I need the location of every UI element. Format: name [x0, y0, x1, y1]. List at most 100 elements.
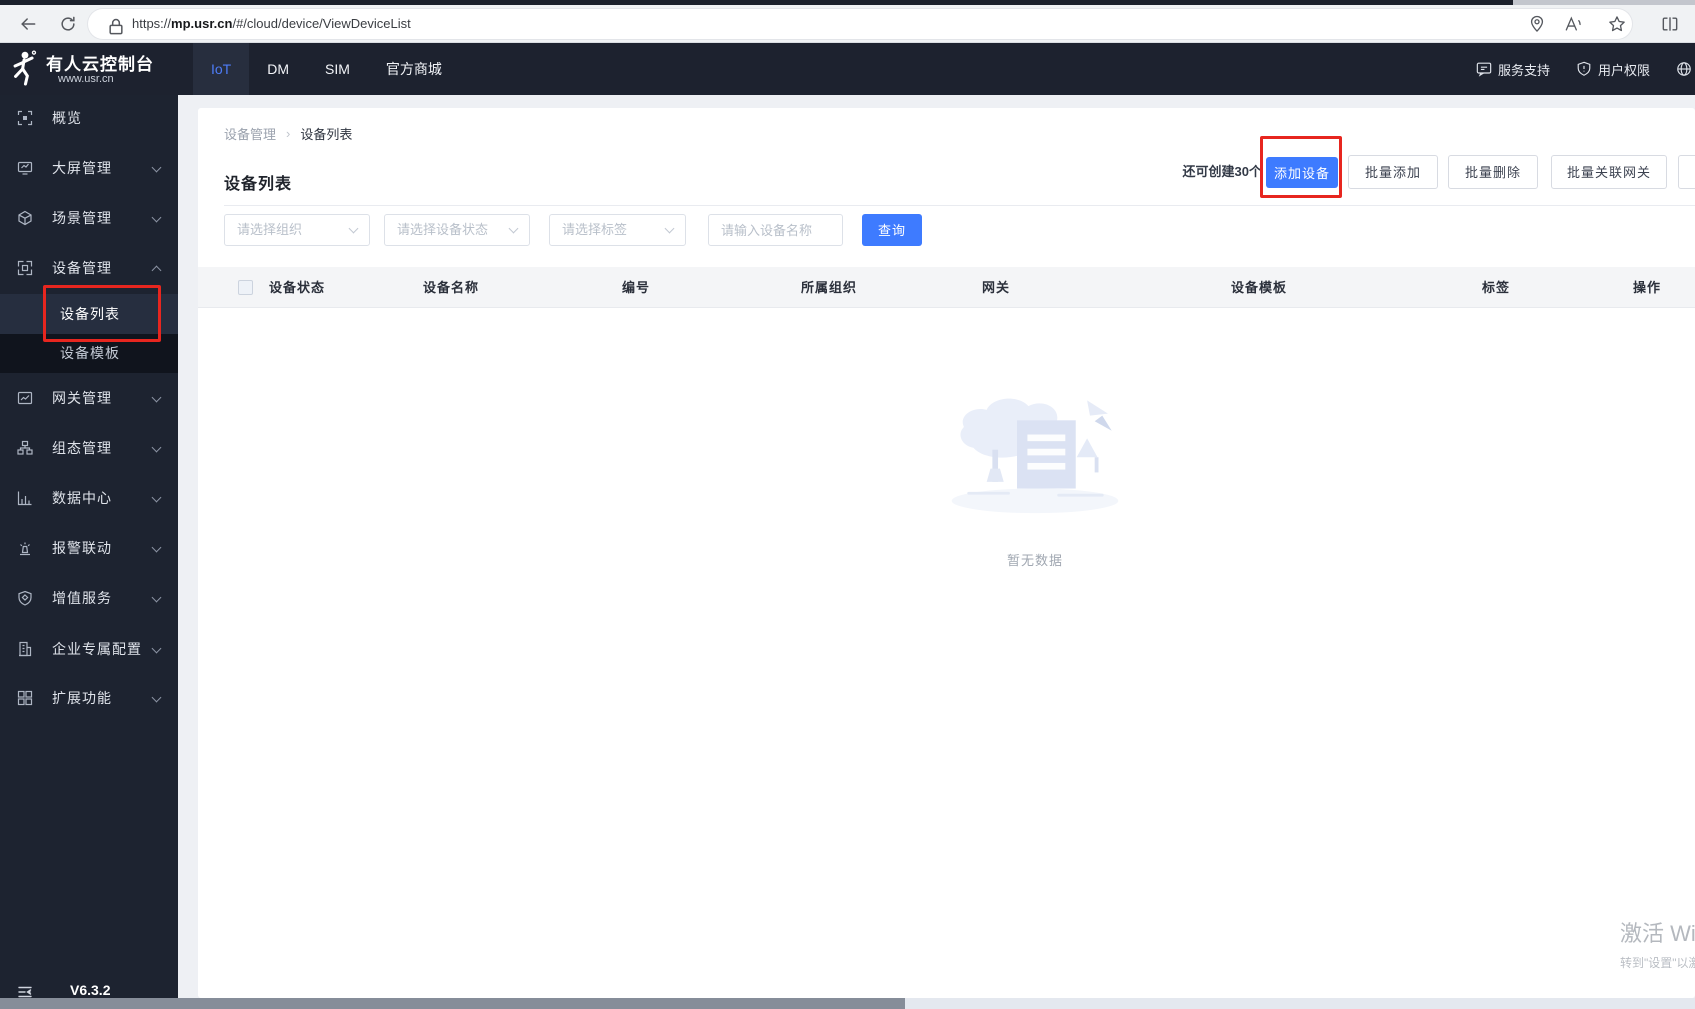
org-select-placeholder: 请选择组织: [237, 222, 303, 237]
tab-iot[interactable]: IoT: [193, 43, 250, 95]
lock-icon[interactable]: [106, 17, 123, 35]
url-domain: mp.usr.cn: [171, 16, 233, 31]
empty-state-text: 暂无数据: [1006, 553, 1063, 568]
sidebar-item-label: 大屏管理: [52, 160, 112, 176]
browser-toolbar: https://mp.usr.cn/#/cloud/device/ViewDev…: [0, 5, 1695, 43]
tab-sim[interactable]: SIM: [307, 43, 368, 95]
activate-windows-watermark: 激活 Windows 转到"设置"以激活 Windows。: [1620, 916, 1695, 971]
sidebar-item-scada[interactable]: 组态管理: [0, 426, 178, 470]
breadcrumb-device-management[interactable]: 设备管理: [224, 124, 276, 143]
sidebar-item-label: 组态管理: [52, 440, 112, 456]
sidebar-subitem-device-list[interactable]: 设备列表: [0, 294, 178, 334]
sidebar-subitem-label: 设备模板: [60, 345, 120, 361]
main-area: 设备管理 › 设备列表 设备列表 还可创建30个 添加设备 批量添加 批量删除 …: [178, 95, 1695, 1009]
globe-icon: [1677, 62, 1691, 76]
favorite-star-icon[interactable]: [1607, 14, 1627, 34]
device-name-input[interactable]: [708, 214, 843, 246]
device-status-select[interactable]: 请选择设备状态: [384, 214, 530, 246]
header-right-menu: 服务支持 用户权限 En: [1476, 43, 1695, 95]
read-aloud-icon[interactable]: [1563, 14, 1583, 34]
sidebar-item-enterprise-config[interactable]: 企业专属配置: [0, 627, 178, 671]
empty-state-illustration: [945, 388, 1125, 518]
top-tabs: IoT DM SIM 官方商城: [193, 43, 460, 95]
query-button[interactable]: 查询: [862, 214, 922, 246]
batch-delete-button[interactable]: 批量删除: [1448, 155, 1538, 189]
sidebar-item-scene[interactable]: 场景管理: [0, 196, 178, 240]
screen: https://mp.usr.cn/#/cloud/device/ViewDev…: [0, 0, 1695, 1009]
chevron-down-icon: [151, 542, 162, 553]
sidebar-subitem-device-template[interactable]: 设备模板: [0, 334, 178, 373]
device-status-placeholder: 请选择设备状态: [397, 222, 489, 237]
tab-dm[interactable]: DM: [249, 43, 307, 95]
sidebar-item-label: 设备管理: [52, 260, 112, 276]
breadcrumb: 设备管理 › 设备列表: [224, 124, 352, 143]
chat-icon: [1476, 62, 1492, 77]
column-device-status: 设备状态: [269, 280, 326, 295]
table-header-row: 设备状态 设备名称 编号 所属组织 网关 设备模板 标签 操作: [198, 267, 1695, 308]
content-card: 设备管理 › 设备列表 设备列表 还可创建30个 添加设备 批量添加 批量删除 …: [198, 108, 1695, 998]
sidebar-item-alarm[interactable]: 报警联动: [0, 526, 178, 570]
select-all-checkbox[interactable]: [238, 280, 253, 295]
app-header: 有人云控制台 www.usr.cn IoT DM SIM 官方商城 服务支持 用…: [0, 43, 1695, 95]
page-title: 设备列表: [224, 176, 293, 193]
sidebar-item-label: 企业专属配置: [52, 641, 142, 657]
sidebar-item-label: 网关管理: [52, 390, 112, 406]
user-permissions[interactable]: 用户权限: [1576, 60, 1650, 79]
column-organization: 所属组织: [801, 280, 858, 295]
chevron-down-icon: [151, 643, 162, 654]
chevron-down-icon: [151, 442, 162, 453]
overview-icon: [17, 110, 33, 126]
chevron-up-icon: [151, 265, 162, 276]
watermark-line2: 转到"设置"以激活 Windows。: [1620, 956, 1695, 970]
sidebar-item-overview[interactable]: 概览: [0, 96, 178, 140]
horizontal-scrollbar: [0, 998, 1695, 1009]
alarm-icon: [17, 540, 33, 556]
sidebar: 概览 大屏管理 场景管理 设备管理 设备列表 设备模板 网关管理 组态管理 数据…: [0, 95, 178, 1009]
service-support[interactable]: 服务支持: [1476, 60, 1550, 79]
app-title: 有人云控制台: [46, 55, 154, 74]
grid-icon: [17, 690, 33, 706]
chevron-down-icon: [151, 692, 162, 703]
breadcrumb-separator: ›: [286, 126, 291, 141]
chevron-down-icon: [151, 392, 162, 403]
usr-logo-icon[interactable]: [8, 50, 42, 88]
partial-cutoff-button[interactable]: [1678, 155, 1695, 189]
gateway-icon: [17, 390, 33, 406]
url-prefix: https://: [132, 16, 172, 31]
tab-shop[interactable]: 官方商城: [368, 43, 460, 95]
sidebar-item-device-management[interactable]: 设备管理: [0, 246, 178, 290]
quota-text: 还可创建30个: [1182, 164, 1262, 179]
horizontal-scrollbar-thumb[interactable]: [0, 998, 905, 1009]
sidebar-item-value-added[interactable]: 增值服务: [0, 576, 178, 620]
back-icon[interactable]: [18, 14, 38, 34]
add-device-button[interactable]: 添加设备: [1266, 157, 1338, 188]
sidebar-item-data-center[interactable]: 数据中心: [0, 476, 178, 520]
sidebar-item-bigscreen[interactable]: 大屏管理: [0, 146, 178, 190]
org-select[interactable]: 请选择组织: [224, 214, 370, 246]
column-tag: 标签: [1482, 280, 1511, 295]
chevron-down-icon: [151, 592, 162, 603]
app-version: V6.3.2: [70, 982, 111, 998]
location-pin-icon[interactable]: [1527, 14, 1547, 34]
url-text[interactable]: https://mp.usr.cn/#/cloud/device/ViewDev…: [132, 16, 411, 31]
scene-icon: [17, 210, 33, 226]
sidebar-item-label: 数据中心: [52, 490, 112, 506]
service-support-label: 服务支持: [1498, 62, 1551, 78]
tag-select[interactable]: 请选择标签: [549, 214, 686, 246]
split-screen-icon[interactable]: [1660, 14, 1680, 34]
sidebar-item-label: 报警联动: [52, 540, 112, 556]
sidebar-item-label: 场景管理: [52, 210, 112, 226]
divider: [224, 205, 1695, 206]
sidebar-item-extensions[interactable]: 扩展功能: [0, 676, 178, 720]
bar-chart-icon: [17, 490, 33, 506]
language-switch[interactable]: En: [1676, 61, 1695, 77]
tag-select-placeholder: 请选择标签: [562, 222, 628, 237]
refresh-icon[interactable]: [58, 14, 78, 34]
sidebar-item-gateway[interactable]: 网关管理: [0, 376, 178, 420]
app-subtitle: www.usr.cn: [58, 73, 114, 85]
sidebar-item-label: 扩展功能: [52, 690, 112, 706]
batch-add-button[interactable]: 批量添加: [1348, 155, 1438, 189]
batch-link-gateway-button[interactable]: 批量关联网关: [1551, 155, 1667, 189]
chevron-down-icon: [151, 492, 162, 503]
sidebar-item-label: 增值服务: [52, 590, 112, 606]
